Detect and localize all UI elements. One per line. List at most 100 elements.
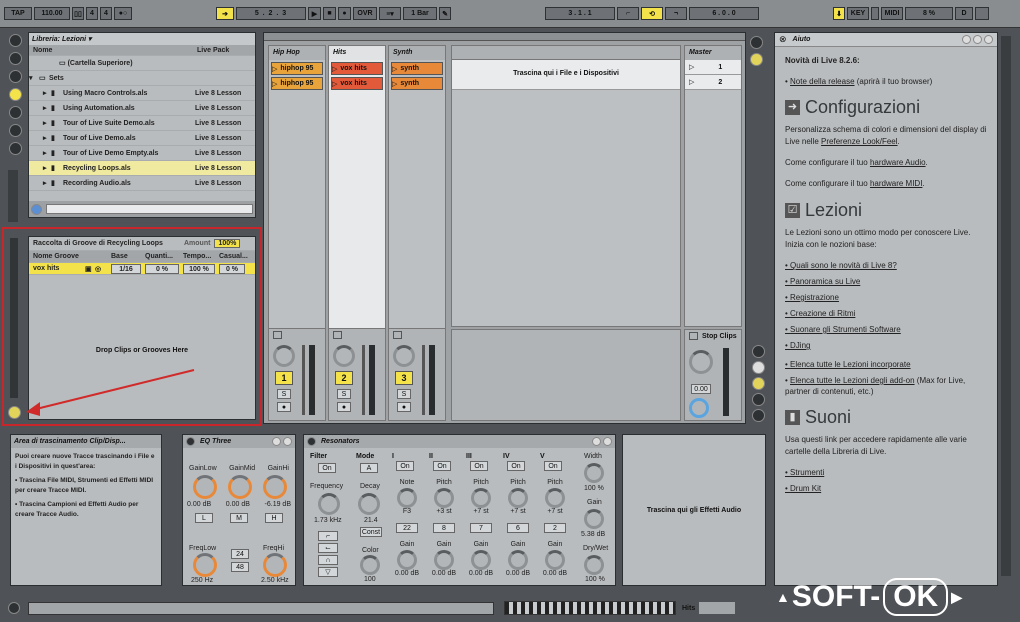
mini-keyboard[interactable] (504, 601, 676, 615)
const-toggle[interactable]: Const (360, 527, 382, 537)
scene-launch-2[interactable]: ▷ 2 (685, 75, 741, 90)
stop-clip-icon[interactable] (393, 331, 402, 339)
volume-fader[interactable] (362, 345, 365, 415)
low-band-toggle[interactable]: L (195, 513, 213, 523)
lowpass-icon[interactable]: ⌐ (318, 531, 338, 541)
clip-play-icon[interactable]: ▷ (392, 80, 397, 88)
base-field[interactable]: 1/16 (111, 263, 141, 274)
nudge-icon[interactable]: ▯▯ (72, 7, 84, 20)
out-gain-knob[interactable] (584, 509, 604, 529)
stop-all-icon[interactable] (689, 332, 698, 340)
punch-out-icon[interactable]: ¬ (665, 7, 687, 20)
volume-fader[interactable] (422, 345, 425, 415)
timing-field[interactable]: 100 % (183, 263, 215, 274)
overdub-button[interactable]: OVR (353, 7, 377, 20)
width-knob[interactable] (584, 463, 604, 483)
clip-slot[interactable]: ▷ synth (391, 62, 443, 75)
library-browser-icon[interactable] (8, 88, 22, 101)
resonator-on-toggle[interactable]: On (470, 461, 488, 471)
addon-lessons-link[interactable]: Elenca tutte le Lezioni degli add-on (790, 376, 915, 385)
color-knob[interactable] (360, 555, 380, 575)
device-browser-icon[interactable] (8, 52, 22, 65)
save-preset-icon[interactable] (592, 437, 601, 446)
clip-slot[interactable]: ▷ vox hits (331, 62, 383, 75)
device-on-icon[interactable] (186, 437, 195, 446)
master-title[interactable]: Master (685, 46, 741, 60)
save-preset-icon[interactable] (272, 437, 281, 446)
stop-clip-icon[interactable] (273, 331, 282, 339)
arm-button[interactable]: ● (337, 402, 351, 412)
slope-48-button[interactable]: 48 (231, 562, 249, 572)
crossfader-toggle-icon[interactable] (752, 409, 765, 422)
fx-drop-area[interactable]: Trascina qui gli Effetti Audio (622, 434, 766, 586)
stop-clips-label[interactable]: Stop Clips (702, 333, 737, 340)
amount-field[interactable]: 100% (214, 239, 241, 248)
track-title[interactable]: Hip Hop (269, 46, 325, 60)
device-view-toggle[interactable] (699, 602, 736, 614)
lesson-link[interactable]: Panoramica su Live (785, 276, 987, 287)
overview-bar[interactable] (264, 33, 745, 41)
quantize-select[interactable]: 1 Bar (403, 7, 437, 20)
note-knob[interactable] (397, 488, 417, 508)
mode-select[interactable]: A (360, 463, 378, 473)
col-name-header[interactable]: Nome (29, 47, 197, 54)
col-base[interactable]: Base (111, 253, 145, 260)
file-browser-3-icon[interactable] (8, 142, 22, 155)
tempo-field[interactable]: 110.00 (34, 7, 70, 20)
search-input[interactable] (46, 204, 253, 214)
help-next-icon[interactable] (973, 35, 982, 44)
browser-file-row[interactable]: ▸ ▮ Using Macro Controls.als Live 8 Lesson (29, 86, 255, 101)
fine-tune-field[interactable]: 22 (396, 523, 418, 533)
automation-icon[interactable]: ≡▾ (379, 7, 401, 20)
release-notes-link[interactable]: Note della release (790, 77, 854, 86)
col-quantize[interactable]: Quanti... (145, 253, 183, 260)
file-browser-2-icon[interactable] (8, 124, 22, 137)
pan-knob[interactable] (393, 345, 415, 367)
fine-tune-field[interactable]: 2 (544, 523, 566, 533)
loop-switch-icon[interactable]: ⟲ (641, 7, 663, 20)
arm-button[interactable]: ● (397, 402, 411, 412)
frequency-knob[interactable] (318, 493, 340, 515)
help-scrollbar[interactable] (1001, 36, 1011, 576)
browser-file-row[interactable]: ▸ ▮ Tour of Live Suite Demo.als Live 8 Less… (29, 116, 255, 131)
notch-icon[interactable]: ▽ (318, 567, 338, 577)
save-groove-icon[interactable]: ▣ (85, 265, 95, 273)
resonator-on-toggle[interactable]: On (544, 461, 562, 471)
pan-knob[interactable] (273, 345, 295, 367)
clip-slot[interactable]: ▷ hiphop 95 (271, 77, 323, 90)
lesson-link[interactable]: Suonare gli Strumenti Software (785, 324, 987, 335)
groove-row[interactable]: vox hits ▣ ◎ 1/16 0 % 100 % 0 % (29, 263, 255, 275)
browser-file-row[interactable]: ▸ ▮ Tour of Live Demo Empty.als Live 8 Less… (29, 146, 255, 161)
gain-knob[interactable] (545, 550, 565, 570)
search-icon[interactable] (31, 203, 42, 215)
audio-hw-link[interactable]: hardware Audio (870, 158, 926, 167)
sig-den-field[interactable]: 4 (100, 7, 112, 20)
punch-in-icon[interactable]: ⌐ (617, 7, 639, 20)
track-activator[interactable]: 1 (275, 371, 293, 385)
gain-knob[interactable] (508, 550, 528, 570)
solo-button[interactable]: S (277, 389, 291, 399)
mixer-toggle-icon[interactable] (752, 393, 765, 406)
instruments-link[interactable]: Strumenti (785, 467, 987, 478)
look-feel-link[interactable]: Preferenze Look/Feel (821, 137, 898, 146)
browser-scrollbar[interactable] (8, 170, 18, 222)
browser-file-row[interactable]: ▸ ▮ Using Automation.als Live 8 Lesson (29, 101, 255, 116)
arrangement-view-icon[interactable] (750, 36, 763, 49)
gain-knob[interactable] (397, 550, 417, 570)
drywet-knob[interactable] (584, 555, 604, 575)
filter-on-toggle[interactable]: On (318, 463, 336, 473)
gain-knob[interactable] (471, 550, 491, 570)
hot-swap-icon[interactable] (603, 437, 612, 446)
gainhi-knob[interactable] (263, 475, 287, 499)
pitch-knob[interactable] (545, 488, 565, 508)
file-browser-1-icon[interactable] (8, 106, 22, 119)
decay-knob[interactable] (358, 493, 380, 515)
track-activator[interactable]: 2 (335, 371, 353, 385)
arm-button[interactable]: ● (277, 402, 291, 412)
midi-hw-link[interactable]: hardware MIDI (870, 179, 922, 188)
clip-play-icon[interactable]: ▷ (392, 65, 397, 73)
gainmid-knob[interactable] (228, 475, 252, 499)
loop-length-field[interactable]: 6 . 0 . 0 (689, 7, 759, 20)
loop-start-field[interactable]: 3 . 1 . 1 (545, 7, 615, 20)
play-icon[interactable]: ▶ (308, 7, 321, 20)
